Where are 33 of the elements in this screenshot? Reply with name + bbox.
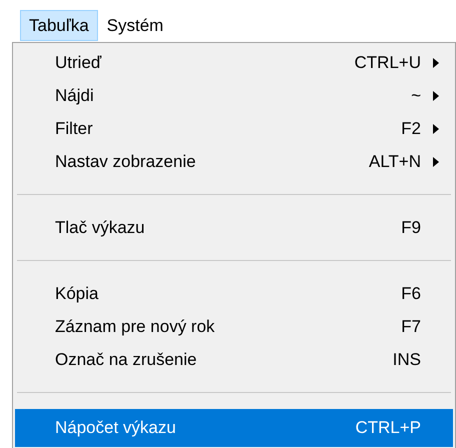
submenu-arrow-icon (433, 124, 439, 134)
submenu-arrow-icon (433, 156, 439, 166)
menu-item[interactable]: Označ na zrušenie INS (15, 343, 453, 376)
shortcut-label: INS (392, 348, 421, 371)
menu-item-label: Označ na zrušenie (55, 348, 198, 371)
shortcut-label: F7 (401, 316, 421, 338)
menu-item-label: Nájdi (55, 84, 95, 107)
menu-item-label: Kópia (55, 282, 100, 305)
menu-item-label: Tlač výkazu (55, 216, 146, 239)
shortcut-label: F6 (401, 282, 421, 305)
shortcut-label: CTRL+P (355, 417, 421, 440)
menu-item[interactable]: Kópia F6 (15, 277, 453, 310)
shortcut-label: F2 (401, 118, 421, 140)
menu-item-label: Nápočet výkazu (55, 417, 177, 440)
menu-item[interactable]: Záznam pre nový rok F7 (15, 310, 453, 343)
menu-bar-item[interactable]: Systém (98, 10, 172, 41)
shortcut-label: CTRL+U (354, 52, 421, 74)
menu-item[interactable]: Filter F2 (15, 112, 453, 145)
shortcut-label: F9 (401, 216, 421, 239)
menu-item-label: Utrieď (55, 52, 102, 74)
menu-item-label: Nastav zobrazenie (55, 150, 197, 173)
menu-item-label: Filter (55, 118, 94, 140)
shortcut-label: ~ (411, 84, 421, 107)
submenu-arrow-icon (433, 90, 439, 100)
menu-item[interactable]: Utrieď CTRL+U (15, 46, 453, 79)
menu-item[interactable]: Nájdi ~ (15, 79, 453, 112)
menu-item[interactable]: Tlač výkazu F9 (15, 211, 453, 244)
menu-bar-item[interactable]: Tabuľka (20, 10, 98, 41)
menu-item[interactable]: Nápočet výkazu CTRL+P (15, 409, 453, 447)
menu-item[interactable]: Nastav zobrazenie ALT+N (15, 145, 453, 178)
menu-item-label: Záznam pre nový rok (55, 316, 216, 338)
shortcut-label: ALT+N (368, 150, 421, 173)
submenu-arrow-icon (433, 58, 439, 68)
